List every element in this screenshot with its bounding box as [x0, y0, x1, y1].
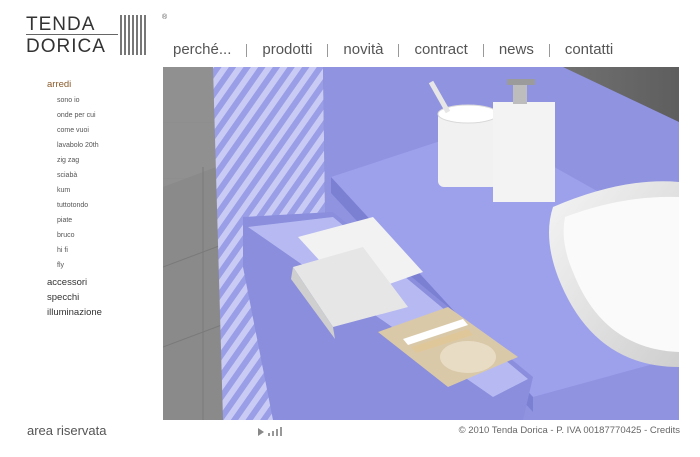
sidebar-item-illuminazione[interactable]: illuminazione [47, 305, 157, 320]
volume-bar-icon [272, 431, 274, 436]
nav-item-contract[interactable]: contract [399, 40, 482, 60]
sidebar-subitem[interactable]: come vuoi [57, 123, 157, 138]
sidebar-subitem[interactable]: kum [57, 183, 157, 198]
nav-item-contatti[interactable]: contatti [550, 40, 628, 60]
nav-item-news[interactable]: news [484, 40, 549, 60]
logo-divider [26, 34, 118, 35]
volume-bar-icon [276, 429, 278, 436]
nav-item-perche[interactable]: perché... [163, 40, 246, 60]
area-riservata-link[interactable]: area riservata [27, 423, 106, 438]
sidebar: arredi sono io onde per cui come vuoi la… [47, 77, 157, 320]
sidebar-subitem[interactable]: tuttotondo [57, 198, 157, 213]
sidebar-item-specchi[interactable]: specchi [47, 290, 157, 305]
top-navigation: perché... prodotti novità contract news … [163, 40, 628, 60]
credits-link[interactable]: Credits [650, 425, 680, 436]
play-icon[interactable] [258, 428, 264, 436]
nav-item-prodotti[interactable]: prodotti [247, 40, 327, 60]
logo-text-line1: TENDA [26, 14, 96, 35]
sidebar-subitem[interactable]: piate [57, 213, 157, 228]
logo-text-line2: DORICA [26, 36, 106, 57]
sidebar-subitem[interactable]: hi fi [57, 243, 157, 258]
registered-mark: ® [162, 14, 168, 21]
sidebar-subitem[interactable]: bruco [57, 228, 157, 243]
volume-bar-icon [268, 433, 270, 436]
sidebar-subitem[interactable]: lavabolo 20th [57, 138, 157, 153]
sidebar-subitem[interactable]: zig zag [57, 153, 157, 168]
music-player[interactable] [258, 426, 282, 436]
logo[interactable]: TENDA DORICA ® [24, 12, 167, 60]
copyright-notice: © 2010 Tenda Dorica - P. IVA 00187770425… [458, 425, 650, 436]
volume-bar-icon [280, 427, 282, 436]
logo-stripes-icon [120, 15, 147, 55]
sidebar-item-accessori[interactable]: accessori [47, 275, 157, 290]
sidebar-submenu-arredi: sono io onde per cui come vuoi lavabolo … [47, 93, 157, 273]
copyright-text: © 2010 Tenda Dorica - P. IVA 00187770425… [459, 425, 680, 436]
nav-item-novita[interactable]: novità [328, 40, 398, 60]
sidebar-item-arredi[interactable]: arredi [47, 77, 157, 92]
sidebar-subitem[interactable]: fly [57, 258, 157, 273]
product-hero-image [163, 67, 679, 420]
sidebar-subitem[interactable]: sono io [57, 93, 157, 108]
sidebar-subitem[interactable]: onde per cui [57, 108, 157, 123]
sidebar-subitem[interactable]: sciabà [57, 168, 157, 183]
